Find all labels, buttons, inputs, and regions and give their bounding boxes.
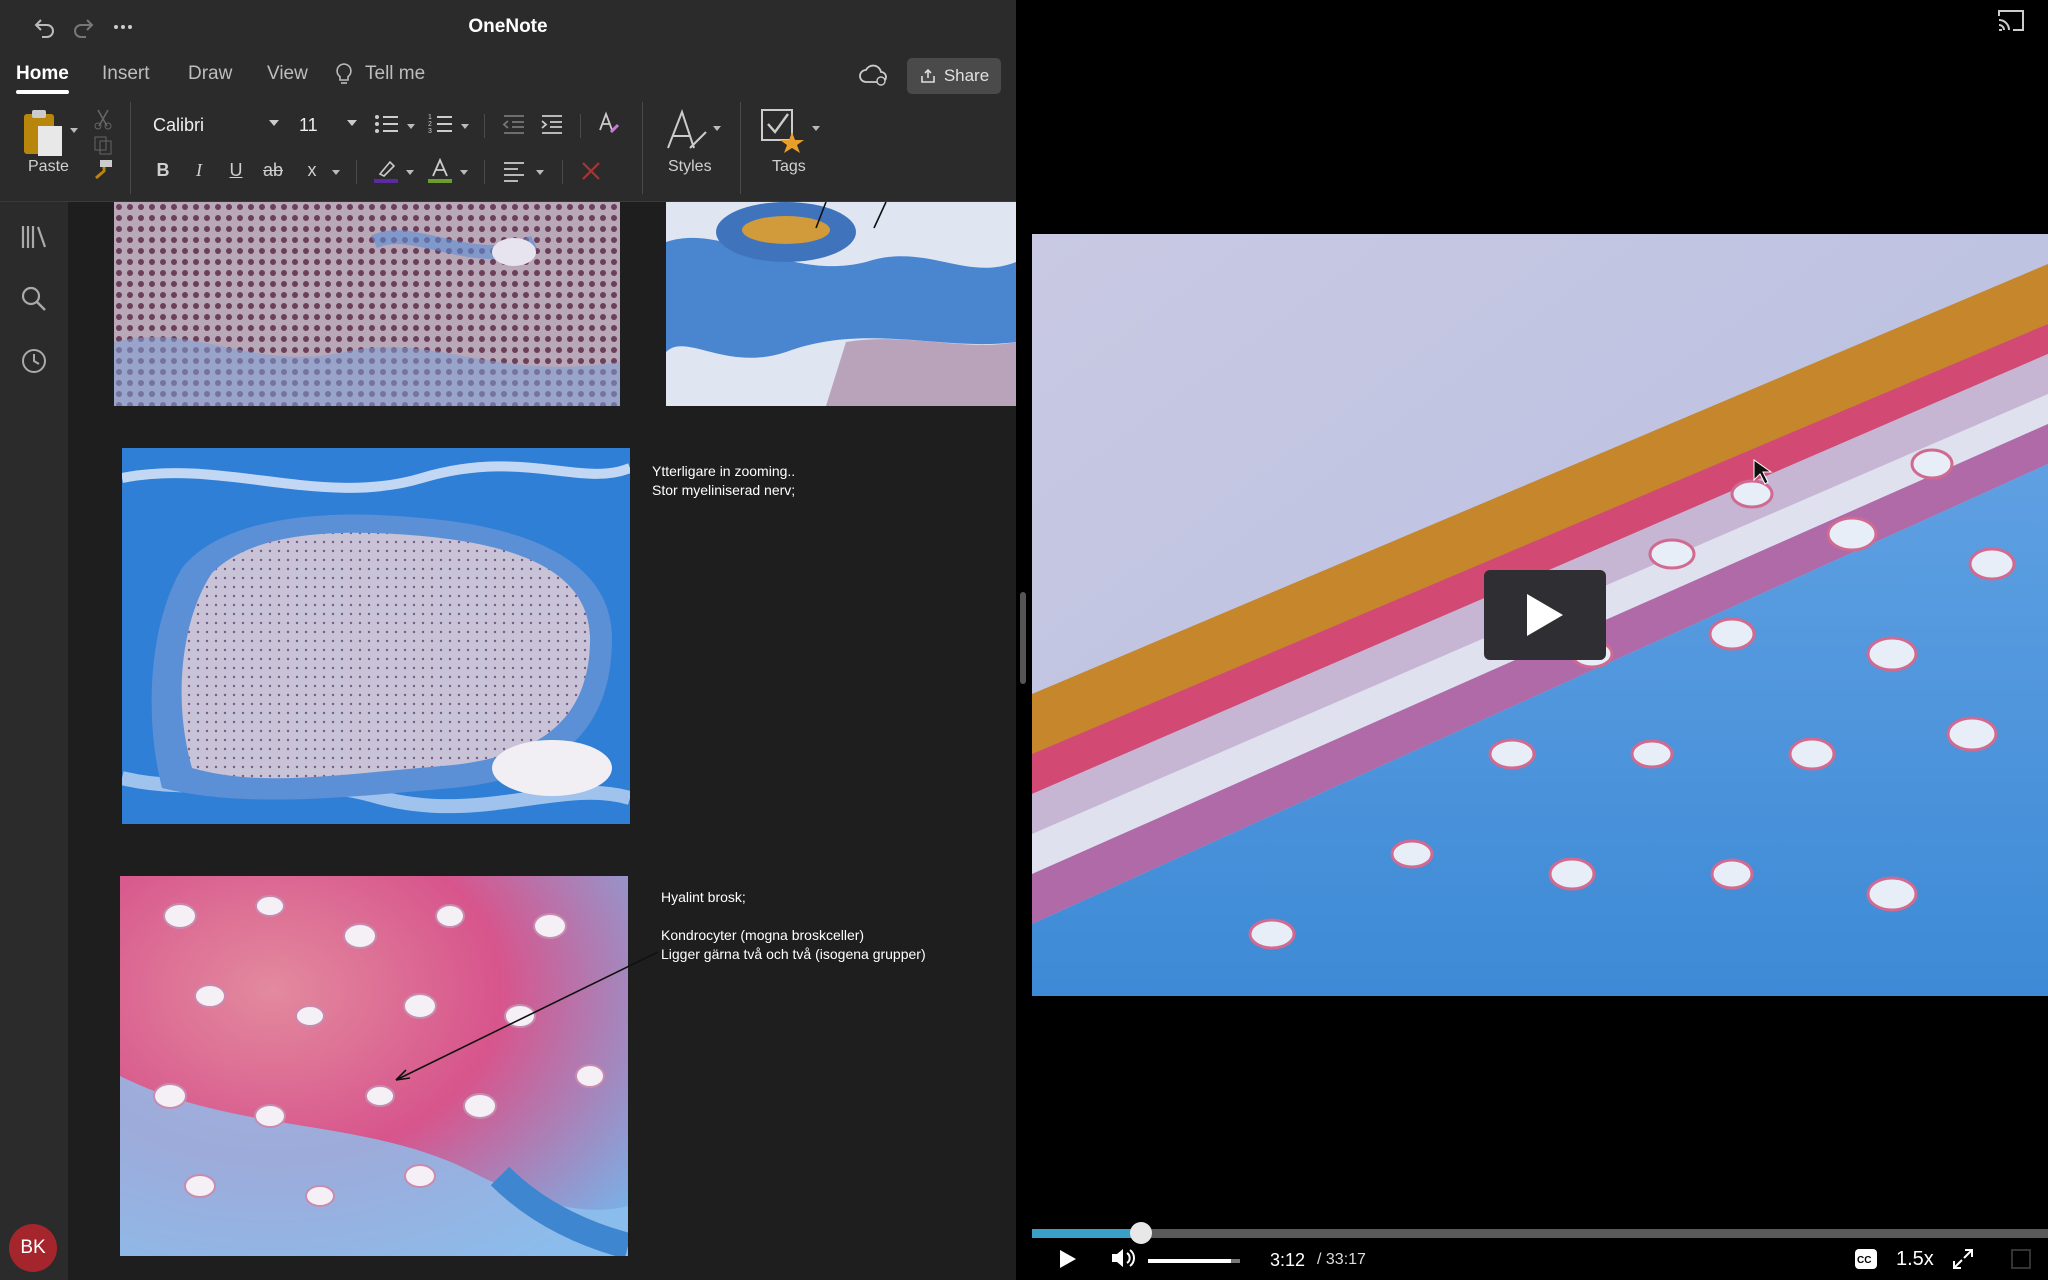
copy-icon[interactable] — [92, 134, 114, 156]
title-bar: OneNote — [0, 0, 1016, 54]
play-icon — [1527, 594, 1563, 636]
volume-level-fill — [1148, 1259, 1231, 1263]
highlight-dropdown-icon[interactable] — [406, 170, 414, 175]
bullets-icon[interactable] — [374, 112, 400, 136]
tab-view[interactable]: View — [267, 63, 308, 85]
cartilage-note-line1[interactable]: Hyalint brosk; — [661, 888, 746, 907]
divider — [562, 160, 563, 184]
divider — [484, 160, 485, 184]
search-icon[interactable] — [19, 284, 49, 314]
italic-button[interactable]: I — [187, 160, 211, 181]
duration: / 33:17 — [1317, 1251, 1366, 1268]
styles-dropdown-icon[interactable] — [713, 126, 721, 131]
cartilage-note-line3[interactable]: Ligger gärna två och två (isogena gruppe… — [661, 945, 926, 964]
nerve-note-line2[interactable]: Stor myeliniserad nerv; — [652, 481, 795, 500]
picture-in-picture-icon[interactable] — [2010, 1248, 2032, 1275]
svg-text:3: 3 — [428, 128, 432, 135]
font-name-value: Calibri — [153, 114, 205, 135]
cartilage-note-line2[interactable]: Kondrocyter (mogna broskceller) — [661, 926, 864, 945]
bold-button[interactable]: B — [151, 160, 175, 181]
annotation-arrow[interactable] — [380, 950, 660, 1090]
tags-icon[interactable] — [760, 106, 806, 154]
volume-icon[interactable] — [1110, 1246, 1136, 1275]
nerve-note-line1[interactable]: Ytterligare in zooming.. — [652, 462, 795, 481]
svg-text:2: 2 — [428, 121, 432, 128]
font-color-dropdown-icon[interactable] — [460, 170, 468, 175]
playback-speed-button[interactable]: 1.5x — [1896, 1248, 1934, 1271]
nerve-image — [122, 448, 630, 824]
divider — [484, 114, 485, 138]
decrease-indent-icon[interactable] — [502, 112, 526, 136]
share-label: Share — [943, 66, 990, 85]
share-icon — [921, 68, 935, 83]
screen: OneNote Home Insert Draw View Tell me Sh… — [0, 0, 2048, 1280]
sync-cloud-icon[interactable] — [858, 62, 888, 88]
font-color-icon[interactable] — [428, 157, 452, 184]
play-button[interactable] — [1058, 1248, 1078, 1275]
highlight-icon[interactable] — [374, 158, 398, 184]
format-painter-icon[interactable] — [90, 158, 114, 182]
font-size-value: 11 — [299, 114, 318, 135]
divider — [740, 102, 741, 194]
paste-icon[interactable] — [20, 106, 68, 162]
play-overlay-button[interactable] — [1484, 570, 1606, 660]
closed-captions-icon[interactable]: CC — [1854, 1248, 1878, 1275]
numbering-icon[interactable]: 123 — [428, 112, 454, 136]
paste-dropdown-icon[interactable] — [70, 128, 78, 133]
volume-slider[interactable] — [1148, 1259, 1240, 1263]
tags-label: Tags — [772, 158, 806, 175]
current-time: 3:12 — [1270, 1250, 1306, 1270]
lightbulb-icon — [334, 62, 354, 86]
share-button[interactable]: Share — [907, 58, 1001, 94]
avatar[interactable]: BK — [9, 1224, 57, 1272]
ribbon: Home Insert Draw View Tell me Share Past… — [0, 54, 1016, 202]
subscript-button[interactable]: x — [300, 160, 324, 181]
tab-tell-me[interactable]: Tell me — [365, 63, 425, 85]
font-name-select[interactable]: Calibri — [144, 110, 284, 140]
tab-draw[interactable]: Draw — [188, 63, 232, 85]
bullets-dropdown-icon[interactable] — [407, 124, 415, 129]
styles-label: Styles — [668, 158, 712, 175]
lymph-node-image — [114, 202, 620, 406]
tab-home[interactable]: Home — [16, 63, 69, 85]
delete-icon[interactable] — [580, 160, 602, 182]
cast-icon[interactable] — [1996, 8, 2026, 34]
navigation-rail: BK — [0, 202, 68, 1280]
svg-text:1: 1 — [428, 114, 432, 121]
app-title: OneNote — [468, 16, 548, 37]
subscript-dropdown-icon[interactable] — [332, 170, 340, 175]
styles-icon[interactable] — [664, 108, 710, 154]
onenote-window: OneNote Home Insert Draw View Tell me Sh… — [0, 0, 1016, 1280]
divider — [642, 102, 643, 194]
align-icon[interactable] — [502, 160, 526, 182]
clear-formatting-icon[interactable] — [596, 110, 622, 136]
fullscreen-icon[interactable] — [1952, 1248, 1974, 1275]
increase-indent-icon[interactable] — [540, 112, 564, 136]
svg-text:CC: CC — [1857, 1255, 1871, 1266]
tab-insert[interactable]: Insert — [102, 63, 150, 85]
divider — [130, 102, 131, 194]
split-view-handle[interactable] — [1020, 592, 1026, 684]
paste-label: Paste — [28, 158, 69, 175]
active-tab-indicator — [16, 90, 69, 94]
align-dropdown-icon[interactable] — [536, 170, 544, 175]
vessel-image — [666, 202, 1016, 406]
numbering-dropdown-icon[interactable] — [461, 124, 469, 129]
tags-dropdown-icon[interactable] — [812, 126, 820, 131]
cut-icon[interactable] — [92, 108, 114, 130]
notebooks-icon[interactable] — [19, 222, 49, 252]
divider — [580, 114, 581, 138]
underline-button[interactable]: U — [224, 160, 248, 181]
recent-icon[interactable] — [19, 346, 49, 376]
video-controls: 3:12 / 33:17 CC 1.5x — [1032, 1226, 2048, 1280]
divider — [356, 160, 357, 184]
strikethrough-button[interactable]: ab — [261, 160, 285, 181]
font-size-select[interactable]: 11 — [290, 110, 362, 140]
